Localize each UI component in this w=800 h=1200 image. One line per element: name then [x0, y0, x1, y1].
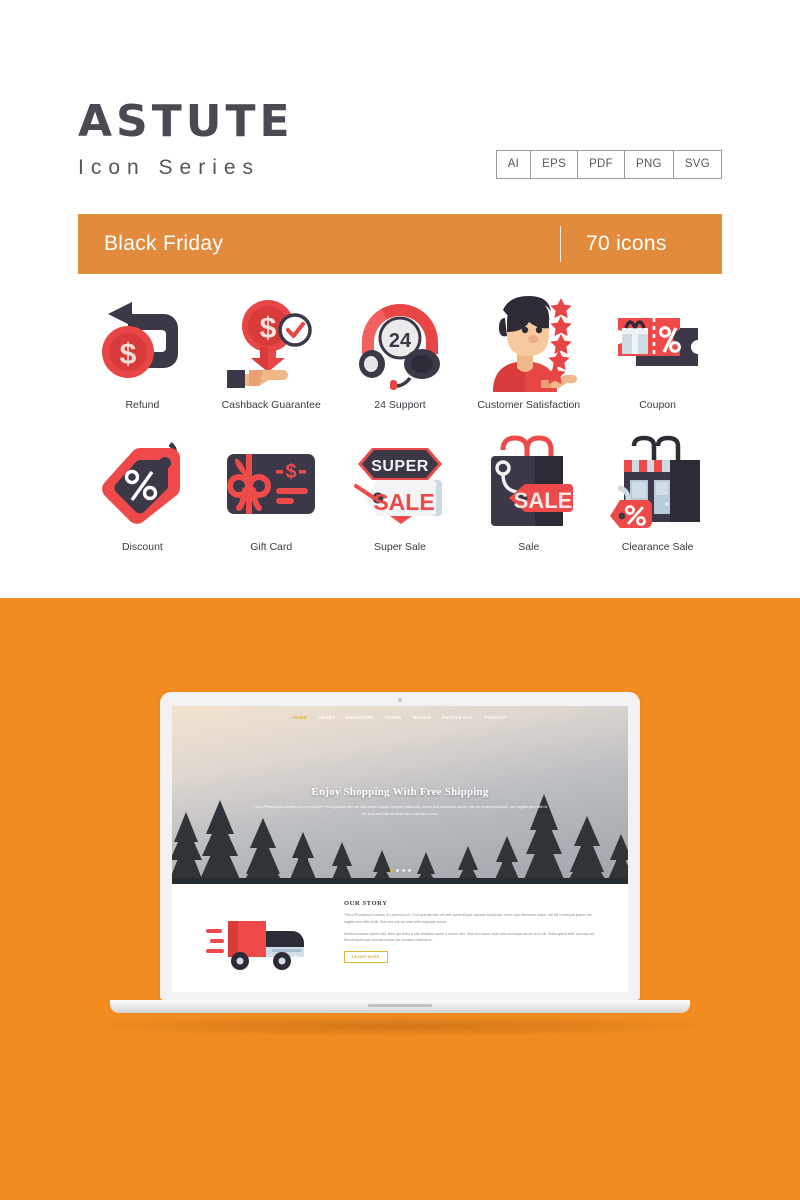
icon-label: Clearance Sale: [621, 541, 694, 554]
laptop-camera-icon: [398, 698, 402, 702]
website-hero: HOME ABOUT EXPERTISE TEAMS WORKS PEOPLE …: [172, 706, 628, 884]
icon-cell-clearance-sale: Clearance Sale: [593, 434, 722, 554]
icon-cell-cashback-guarantee: $ Cashback Guarantee: [207, 292, 336, 412]
nav-item-contact[interactable]: CONTACT: [484, 715, 507, 720]
icon-grid: $ Refund $ Cashback Guarantee 24 24 Supp…: [78, 292, 722, 554]
icon-cell-customer-satisfaction: Customer Satisfaction: [464, 292, 593, 412]
format-badge-eps: EPS: [531, 151, 579, 179]
story-paragraph-1: This is Photoshop's version of Lorem Ips…: [344, 913, 593, 924]
coupon-icon: [617, 318, 698, 366]
carousel-dot-4[interactable]: [407, 869, 411, 872]
sale-bag-text: SALE: [513, 488, 572, 513]
format-badge-png: PNG: [625, 151, 674, 179]
icon-label: Refund: [125, 399, 160, 411]
support-headset-icon: 24: [358, 304, 440, 390]
brand-block: ASTUTE Icon Series: [78, 100, 294, 180]
website-story-section: OUR STORY This is Photoshop's version of…: [172, 884, 628, 992]
nav-item-teams[interactable]: TEAMS: [385, 715, 402, 720]
super-text: SUPER: [371, 458, 429, 475]
svg-text:$: $: [120, 338, 137, 371]
support-number: 24: [389, 330, 412, 352]
icon-label: Super Sale: [374, 541, 426, 554]
laptop-mockup: HOME ABOUT EXPERTISE TEAMS WORKS PEOPLE …: [110, 692, 690, 1013]
laptop-shadow: [75, 1015, 725, 1037]
sale-text: SALE: [373, 489, 434, 515]
hero-headline: Enjoy Shopping With Free Shipping: [311, 786, 489, 798]
laptop-lid: HOME ABOUT EXPERTISE TEAMS WORKS PEOPLE …: [160, 692, 640, 1000]
icon-label: Discount: [121, 541, 163, 554]
svg-text:$: $: [260, 312, 277, 345]
format-badges: AI EPS PDF PNG SVG: [495, 150, 722, 180]
nav-item-people-say[interactable]: PEOPLE SAY: [442, 715, 473, 720]
sale-bag-icon: SALE: [490, 435, 573, 527]
laptop-screen: HOME ABOUT EXPERTISE TEAMS WORKS PEOPLE …: [172, 706, 628, 992]
icon-count: 70 icons: [586, 232, 667, 255]
icon-cell-coupon: Coupon: [593, 292, 722, 412]
hero-paragraph: This is Photoshop's version of Lorem Ips…: [252, 805, 548, 816]
format-badge-svg: SVG: [684, 158, 710, 170]
discount-tag-icon: [102, 442, 181, 525]
category-banner: Black Friday 70 icons: [78, 214, 722, 274]
nav-item-expertise[interactable]: EXPERTISE: [346, 715, 374, 720]
poster-root: ASTUTE Icon Series AI EPS PDF PNG SVG Bl…: [0, 0, 800, 1200]
format-badge-pdf: PDF: [578, 151, 625, 179]
nav-item-about[interactable]: ABOUT: [318, 715, 335, 720]
gift-card-dollar: $: [286, 461, 297, 483]
nav-item-works[interactable]: WORKS: [413, 715, 431, 720]
story-heading: OUR STORY: [344, 900, 388, 907]
cashback-guarantee-icon: $: [227, 300, 312, 388]
hero-forest-image: [172, 794, 628, 884]
icon-cell-gift-card: $ Gift Card: [207, 434, 336, 554]
hero-carousel-dots[interactable]: [172, 869, 628, 872]
icon-label: Gift Card: [250, 541, 293, 554]
icon-label: Sale: [518, 541, 540, 554]
website-nav: HOME ABOUT EXPERTISE TEAMS WORKS PEOPLE …: [172, 715, 628, 720]
customer-satisfaction-icon: [492, 296, 577, 392]
brand-subtitle: Icon Series: [78, 156, 261, 179]
carousel-dot-3[interactable]: [401, 869, 405, 872]
format-badge-ai: AI: [497, 151, 532, 179]
icon-cell-super-sale: SUPER SALE Super Sale: [336, 434, 465, 554]
icon-cell-refund: $ Refund: [78, 292, 207, 412]
category-name: Black Friday: [104, 232, 224, 255]
learn-more-button[interactable]: LEARN MORE: [344, 951, 388, 964]
icon-cell-24-support: 24 24 Support: [336, 292, 465, 412]
icon-label: 24 Support: [374, 399, 426, 411]
carousel-dot-1[interactable]: [389, 869, 393, 872]
icon-label: Customer Satisfaction: [477, 399, 581, 411]
icon-cell-discount: Discount: [78, 434, 207, 554]
icon-label: Coupon: [639, 399, 676, 411]
header: ASTUTE Icon Series AI EPS PDF PNG SVG: [0, 0, 800, 200]
brand-title: ASTUTE: [78, 96, 294, 147]
banner-divider: [560, 226, 561, 262]
super-sale-icon: SUPER SALE: [353, 448, 442, 525]
clearance-sale-icon: [609, 435, 700, 529]
story-text-column: OUR STORY This is Photoshop's version of…: [344, 898, 598, 992]
icon-label: Cashback Guarantee: [221, 399, 321, 411]
story-paragraph-2: Morbi accumsan ipsum velit. Nam nec tell…: [344, 931, 594, 943]
refund-icon: $: [102, 302, 179, 378]
delivery-truck-icon: [206, 921, 304, 970]
carousel-dot-2[interactable]: [395, 869, 399, 872]
nav-item-home[interactable]: HOME: [293, 715, 307, 720]
gift-card-icon: $: [227, 454, 316, 515]
laptop-base: [110, 1000, 690, 1013]
icon-cell-sale: SALE Sale: [464, 434, 593, 554]
